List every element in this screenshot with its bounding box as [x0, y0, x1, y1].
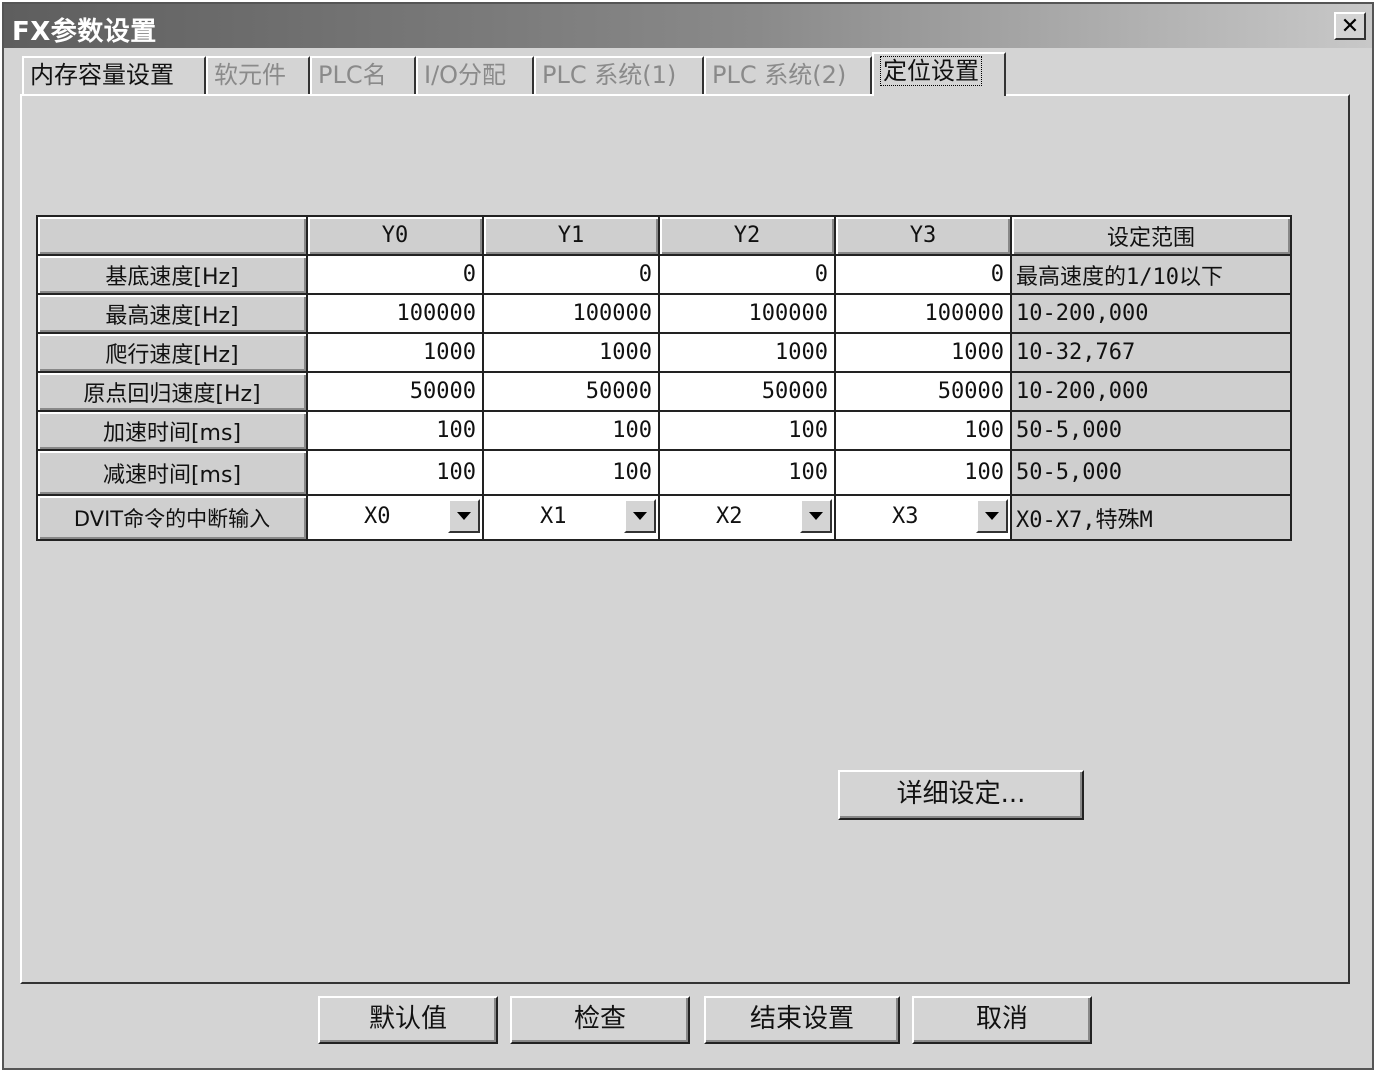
- base-speed-y3-input[interactable]: 0: [834, 254, 1012, 295]
- dvit-interrupt-y1-value: X1: [540, 504, 567, 529]
- dvit-interrupt-y3-value: X3: [892, 504, 919, 529]
- accel-time-y2-input[interactable]: 100: [658, 410, 836, 451]
- table-row: 最高速度[Hz] 100000 100000 100000 100000 10-…: [36, 293, 1292, 334]
- column-header-y2: Y2: [658, 215, 836, 256]
- accel-time-y1-input[interactable]: 100: [482, 410, 660, 451]
- row-label-base-speed: 基底速度[Hz]: [36, 254, 308, 295]
- row-label-max-speed: 最高速度[Hz]: [36, 293, 308, 334]
- dvit-interrupt-y3-select[interactable]: X3: [834, 494, 1012, 541]
- base-speed-y1-input[interactable]: 0: [482, 254, 660, 295]
- zero-return-speed-y0-input[interactable]: 50000: [306, 371, 484, 412]
- decel-time-y1-input[interactable]: 100: [482, 449, 660, 496]
- table-header-row: Y0 Y1 Y2 Y3 设定范围: [36, 215, 1292, 256]
- base-speed-range: 最高速度的1/10以下: [1010, 254, 1292, 295]
- creep-speed-range: 10-32,767: [1010, 332, 1292, 373]
- row-label-zero-return-speed: 原点回归速度[Hz]: [36, 371, 308, 412]
- dvit-interrupt-y0-select[interactable]: X0: [306, 494, 484, 541]
- tab-io-assignment[interactable]: I/O分配: [416, 56, 534, 94]
- title-bar: FX参数设置 ✕: [4, 4, 1372, 48]
- table-row: DVIT命令的中断输入 X0 X1 X2 X3 X0-X7,特殊M: [36, 494, 1292, 541]
- close-button[interactable]: ✕: [1334, 12, 1366, 40]
- column-header-y0: Y0: [306, 215, 484, 256]
- dvit-interrupt-y2-value: X2: [716, 504, 743, 529]
- max-speed-y0-input[interactable]: 100000: [306, 293, 484, 334]
- table-row: 爬行速度[Hz] 1000 1000 1000 1000 10-32,767: [36, 332, 1292, 373]
- positioning-table: Y0 Y1 Y2 Y3 设定范围 基底速度[Hz] 0 0 0 0 最高速度的1…: [36, 215, 1292, 541]
- max-speed-range: 10-200,000: [1010, 293, 1292, 334]
- corner-header: [36, 215, 308, 256]
- creep-speed-y3-input[interactable]: 1000: [834, 332, 1012, 373]
- accel-time-y3-input[interactable]: 100: [834, 410, 1012, 451]
- decel-time-range: 50-5,000: [1010, 449, 1292, 496]
- tab-devices[interactable]: 软元件: [206, 56, 310, 94]
- zero-return-speed-y1-input[interactable]: 50000: [482, 371, 660, 412]
- finish-settings-button[interactable]: 结束设置: [704, 996, 900, 1044]
- max-speed-y3-input[interactable]: 100000: [834, 293, 1012, 334]
- creep-speed-y2-input[interactable]: 1000: [658, 332, 836, 373]
- window-title: FX参数设置: [12, 17, 157, 47]
- dropdown-arrow-icon[interactable]: [624, 499, 656, 533]
- dvit-interrupt-range: X0-X7,特殊M: [1010, 494, 1292, 541]
- dvit-interrupt-y2-select[interactable]: X2: [658, 494, 836, 541]
- column-header-range: 设定范围: [1010, 215, 1292, 256]
- accel-time-range: 50-5,000: [1010, 410, 1292, 451]
- max-speed-y1-input[interactable]: 100000: [482, 293, 660, 334]
- fx-parameter-dialog: FX参数设置 ✕ 内存容量设置 软元件 PLC名 I/O分配 PLC 系统(1)…: [2, 2, 1374, 1070]
- tab-plc-name[interactable]: PLC名: [310, 56, 416, 94]
- base-speed-y2-input[interactable]: 0: [658, 254, 836, 295]
- table-row: 减速时间[ms] 100 100 100 100 50-5,000: [36, 449, 1292, 496]
- row-label-dvit-interrupt: DVIT命令的中断输入: [36, 494, 308, 541]
- zero-return-speed-range: 10-200,000: [1010, 371, 1292, 412]
- zero-return-speed-y2-input[interactable]: 50000: [658, 371, 836, 412]
- row-label-decel-time: 减速时间[ms]: [36, 449, 308, 496]
- row-label-creep-speed: 爬行速度[Hz]: [36, 332, 308, 373]
- detail-settings-button[interactable]: 详细设定...: [838, 770, 1084, 820]
- row-label-accel-time: 加速时间[ms]: [36, 410, 308, 451]
- dvit-interrupt-y1-select[interactable]: X1: [482, 494, 660, 541]
- decel-time-y3-input[interactable]: 100: [834, 449, 1012, 496]
- column-header-y3: Y3: [834, 215, 1012, 256]
- tab-memory-capacity[interactable]: 内存容量设置: [22, 56, 206, 94]
- cancel-button[interactable]: 取消: [912, 996, 1092, 1044]
- table-row: 原点回归速度[Hz] 50000 50000 50000 50000 10-20…: [36, 371, 1292, 412]
- dropdown-arrow-icon[interactable]: [800, 499, 832, 533]
- check-button[interactable]: 检查: [510, 996, 690, 1044]
- column-header-y1: Y1: [482, 215, 660, 256]
- tab-positioning[interactable]: 定位设置: [872, 52, 1006, 96]
- default-values-button[interactable]: 默认值: [318, 996, 498, 1044]
- dvit-interrupt-y0-value: X0: [364, 504, 391, 529]
- base-speed-y0-input[interactable]: 0: [306, 254, 484, 295]
- dropdown-arrow-icon[interactable]: [976, 499, 1008, 533]
- tab-plc-system-2[interactable]: PLC 系统(2): [704, 56, 872, 94]
- decel-time-y2-input[interactable]: 100: [658, 449, 836, 496]
- close-icon: ✕: [1340, 13, 1360, 39]
- creep-speed-y0-input[interactable]: 1000: [306, 332, 484, 373]
- table-row: 加速时间[ms] 100 100 100 100 50-5,000: [36, 410, 1292, 451]
- zero-return-speed-y3-input[interactable]: 50000: [834, 371, 1012, 412]
- accel-time-y0-input[interactable]: 100: [306, 410, 484, 451]
- creep-speed-y1-input[interactable]: 1000: [482, 332, 660, 373]
- decel-time-y0-input[interactable]: 100: [306, 449, 484, 496]
- table-row: 基底速度[Hz] 0 0 0 0 最高速度的1/10以下: [36, 254, 1292, 295]
- dropdown-arrow-icon[interactable]: [448, 499, 480, 533]
- max-speed-y2-input[interactable]: 100000: [658, 293, 836, 334]
- tab-plc-system-1[interactable]: PLC 系统(1): [534, 56, 704, 94]
